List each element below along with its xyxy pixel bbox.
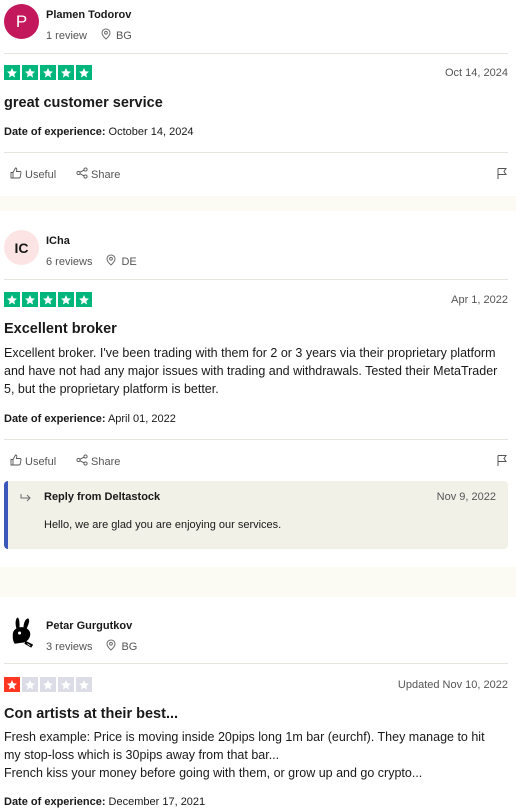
reviewer-header[interactable]: Petar Gurgutkov 3 reviews BG bbox=[4, 615, 484, 655]
star-filled-icon bbox=[4, 677, 20, 692]
review-card: P Plamen Todorov 1 review BG Oct 14, 202… bbox=[0, 0, 516, 196]
divider bbox=[4, 439, 508, 440]
star-empty-icon bbox=[58, 677, 74, 692]
avatar[interactable]: P bbox=[4, 4, 39, 39]
experience-label: Date of experience: bbox=[4, 796, 106, 808]
date-of-experience: Date of experience: April 01, 2022 bbox=[4, 413, 176, 425]
star-filled-icon bbox=[22, 65, 38, 80]
review-card: IC ICha 6 reviews DE Apr 1, 2022 Excelle… bbox=[0, 211, 516, 567]
reviewer-meta: 6 reviews DE bbox=[46, 254, 137, 269]
reviewer-name[interactable]: ICha bbox=[46, 235, 70, 247]
star-rating bbox=[4, 677, 92, 692]
share-icon bbox=[76, 167, 88, 182]
thumbs-up-icon bbox=[10, 167, 22, 182]
reviewer-country: DE bbox=[121, 255, 137, 268]
star-filled-icon bbox=[76, 65, 92, 80]
reply-date: Nov 9, 2022 bbox=[436, 491, 496, 503]
playboy-bunny-avatar-icon[interactable] bbox=[4, 615, 39, 650]
divider bbox=[4, 279, 508, 280]
thumbs-up-icon bbox=[10, 454, 22, 469]
review-date: Oct 14, 2024 bbox=[445, 67, 508, 79]
review-title[interactable]: Excellent broker bbox=[4, 321, 117, 337]
share-icon bbox=[76, 454, 88, 469]
review-date: Apr 1, 2022 bbox=[451, 294, 508, 306]
star-filled-icon bbox=[4, 65, 20, 80]
experience-date: October 14, 2024 bbox=[108, 126, 194, 138]
reply-arrow-icon bbox=[20, 491, 34, 509]
star-filled-icon bbox=[22, 292, 38, 307]
reviewer-header[interactable]: IC ICha 6 reviews DE bbox=[4, 230, 484, 270]
date-of-experience: Date of experience: October 14, 2024 bbox=[4, 126, 194, 138]
star-filled-icon bbox=[40, 292, 56, 307]
star-empty-icon bbox=[22, 677, 38, 692]
review-body-line: Fresh example: Price is moving inside 20… bbox=[4, 730, 485, 762]
experience-date: April 01, 2022 bbox=[107, 413, 176, 425]
useful-button[interactable]: Useful bbox=[10, 167, 56, 182]
report-flag-icon[interactable] bbox=[496, 167, 508, 183]
star-filled-icon bbox=[4, 292, 20, 307]
useful-label: Useful bbox=[25, 168, 57, 181]
review-card: Petar Gurgutkov 3 reviews BG Updated Nov… bbox=[0, 597, 516, 808]
star-filled-icon bbox=[76, 292, 92, 307]
reply-text: Hello, we are glad you are enjoying our … bbox=[44, 519, 282, 531]
star-rating bbox=[4, 65, 92, 80]
reviewer-meta: 1 review BG bbox=[46, 28, 132, 43]
review-body: Excellent broker. I've been trading with… bbox=[4, 346, 498, 396]
divider bbox=[4, 663, 508, 664]
useful-label: Useful bbox=[25, 455, 57, 468]
reviewer-meta: 3 reviews BG bbox=[46, 639, 137, 654]
review-count: 3 reviews bbox=[46, 640, 93, 653]
reviewer-country: BG bbox=[115, 29, 132, 42]
divider bbox=[4, 53, 508, 54]
location-pin-icon bbox=[101, 28, 111, 43]
review-title[interactable]: great customer service bbox=[4, 95, 163, 111]
share-button[interactable]: Share bbox=[76, 454, 120, 469]
avatar[interactable]: IC bbox=[4, 230, 39, 265]
experience-label: Date of experience: bbox=[4, 126, 106, 138]
company-reply: Reply from Deltastock Nov 9, 2022 Hello,… bbox=[4, 481, 508, 549]
star-filled-icon bbox=[58, 65, 74, 80]
location-pin-icon bbox=[106, 639, 116, 654]
star-empty-icon bbox=[40, 677, 56, 692]
experience-date: December 17, 2021 bbox=[108, 796, 206, 808]
share-button[interactable]: Share bbox=[76, 167, 120, 182]
star-empty-icon bbox=[76, 677, 92, 692]
review-body-line: French kiss your money before going with… bbox=[4, 766, 423, 780]
star-filled-icon bbox=[40, 65, 56, 80]
reviewer-header[interactable]: P Plamen Todorov 1 review BG bbox=[4, 4, 484, 44]
divider bbox=[4, 152, 508, 153]
reviewer-name[interactable]: Petar Gurgutkov bbox=[46, 620, 132, 632]
reviewer-name[interactable]: Plamen Todorov bbox=[46, 9, 131, 21]
review-actions: Useful Share bbox=[10, 167, 508, 183]
star-rating bbox=[4, 292, 92, 307]
review-date: Updated Nov 10, 2022 bbox=[397, 679, 508, 691]
review-count: 1 review bbox=[46, 29, 87, 42]
report-flag-icon[interactable] bbox=[496, 454, 508, 470]
review-actions: Useful Share bbox=[10, 454, 508, 470]
review-title[interactable]: Con artists at their best... bbox=[4, 706, 178, 722]
review-body: Fresh example: Price is moving inside 20… bbox=[4, 728, 504, 782]
share-label: Share bbox=[91, 455, 121, 468]
reply-title: Reply from Deltastock bbox=[44, 491, 161, 503]
date-of-experience: Date of experience: December 17, 2021 bbox=[4, 796, 205, 808]
star-filled-icon bbox=[58, 292, 74, 307]
experience-label: Date of experience: bbox=[4, 413, 106, 425]
reviewer-country: BG bbox=[121, 640, 138, 653]
review-count: 6 reviews bbox=[46, 255, 93, 268]
location-pin-icon bbox=[106, 254, 116, 269]
share-label: Share bbox=[91, 168, 121, 181]
useful-button[interactable]: Useful bbox=[10, 454, 56, 469]
